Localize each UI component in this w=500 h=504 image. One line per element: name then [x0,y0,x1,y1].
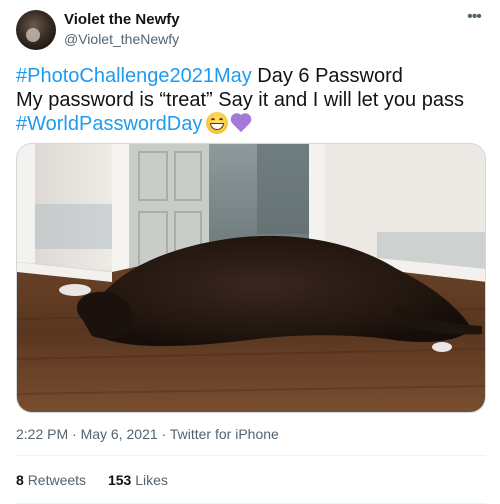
likes-stat[interactable]: 153 Likes [108,472,168,488]
tweet-header: Violet the Newfy @Violet_theNewfy ••• [16,9,486,52]
retweets-stat[interactable]: 8 Retweets [16,472,86,488]
hashtag-worldpasswordday[interactable]: #WorldPasswordDay [16,113,202,135]
meta-separator: · [157,426,170,442]
user-info: Violet the Newfy @Violet_theNewfy [64,11,180,48]
tweet-line-1: #PhotoChallenge2021May Day 6 Password [16,64,486,88]
display-name[interactable]: Violet the Newfy [64,11,180,29]
tweet-line-1-text: Day 6 Password [251,65,403,87]
tweet-time[interactable]: 2:22 PM [16,426,68,442]
tweet-source[interactable]: Twitter for iPhone [170,426,279,442]
avatar[interactable] [16,10,56,50]
tweet-line-3: #WorldPasswordDay [16,112,486,136]
likes-count: 153 [107,472,132,488]
tweet-photo[interactable] [16,143,486,413]
divider [16,455,486,456]
emoji-mouth [210,123,225,130]
tweet-date[interactable]: May 6, 2021 [81,426,158,442]
avatar-patch [26,28,40,42]
retweets-label: Retweets [27,472,87,488]
purple-heart-emoji-icon [230,112,252,134]
hashtag-photochallenge[interactable]: #PhotoChallenge2021May [16,65,252,87]
tweet-timestamp[interactable]: 2:22 PM · May 6, 2021 · Twitter for iPho… [16,425,279,443]
user-handle[interactable]: @Violet_theNewfy [64,30,180,48]
retweets-count: 8 [16,472,24,488]
tweet-line-2: My password is “treat” Say it and I will… [16,89,464,111]
grinning-face-emoji-icon [206,112,229,134]
tweet-text: #PhotoChallenge2021May Day 6 Password My… [16,64,486,136]
likes-label: Likes [135,472,168,488]
more-options-icon[interactable]: ••• [462,9,486,34]
dog-photo-icon [17,144,485,412]
meta-separator: · [68,426,81,442]
tweet: Violet the Newfy @Violet_theNewfy ••• #P… [0,0,500,504]
tweet-stats: 8 Retweets 153 Likes [16,471,186,489]
